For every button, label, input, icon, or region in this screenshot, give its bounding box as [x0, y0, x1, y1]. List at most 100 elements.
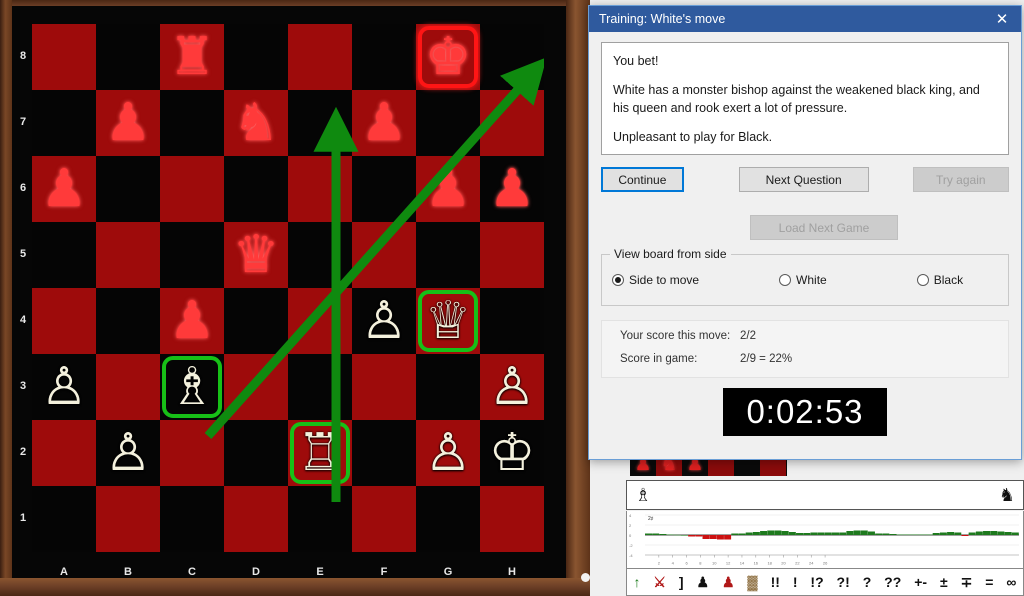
- mistake-icon[interactable]: ?: [862, 574, 873, 590]
- board-square[interactable]: [224, 486, 288, 552]
- board-square[interactable]: [160, 156, 224, 222]
- bracket-icon[interactable]: ]: [678, 574, 685, 590]
- board-square[interactable]: [480, 486, 544, 552]
- board-square[interactable]: [32, 222, 96, 288]
- board-square[interactable]: [352, 24, 416, 90]
- board-square[interactable]: [416, 90, 480, 156]
- board-square[interactable]: [32, 24, 96, 90]
- board-square[interactable]: [352, 354, 416, 420]
- radio-white[interactable]: White: [779, 273, 827, 287]
- attack-icon[interactable]: ⚔: [652, 574, 667, 591]
- board-squares[interactable]: ♜ ♚ ♟ ♞ ♟ ♟ ♟ ♟ ♛ ♟ ♙ ♕ ♙ ♗ ♙ ♙ ♖ ♙ ♔: [32, 24, 544, 552]
- board-square[interactable]: [224, 354, 288, 420]
- pieces-icon[interactable]: ▓: [746, 574, 758, 590]
- board-square[interactable]: [288, 222, 352, 288]
- board-square[interactable]: [480, 156, 544, 222]
- chess-board[interactable]: ♜ ♚ ♟ ♞ ♟ ♟ ♟ ♟ ♛ ♟ ♙ ♕ ♙ ♗ ♙ ♙ ♖ ♙ ♔ 8 7 6 5 4 3 2 1 A B C D E F G H: [12, 6, 590, 582]
- interesting-move-icon[interactable]: !?: [809, 574, 824, 590]
- board-square[interactable]: [416, 156, 480, 222]
- board-square[interactable]: [32, 156, 96, 222]
- board-square[interactable]: [480, 222, 544, 288]
- board-square[interactable]: [352, 420, 416, 486]
- board-square[interactable]: [224, 222, 288, 288]
- board-square[interactable]: [288, 288, 352, 354]
- svg-text:14: 14: [740, 561, 745, 566]
- board-square[interactable]: [96, 354, 160, 420]
- eval-bar: [903, 534, 911, 536]
- chess-board-panel[interactable]: ♜ ♚ ♟ ♞ ♟ ♟ ♟ ♟ ♛ ♟ ♙ ♕ ♙ ♗ ♙ ♙ ♖ ♙ ♔ 8 7 6 5 4 3 2 1 A B C D E F G H: [0, 0, 590, 596]
- radio-black[interactable]: Black: [916, 273, 963, 287]
- radio-side-to-move[interactable]: Side to move: [612, 273, 699, 287]
- dubious-move-icon[interactable]: ?!: [836, 574, 851, 590]
- board-square[interactable]: [288, 156, 352, 222]
- board-square[interactable]: [160, 288, 224, 354]
- board-square[interactable]: [96, 24, 160, 90]
- board-square[interactable]: [224, 24, 288, 90]
- board-square[interactable]: [160, 24, 224, 90]
- board-square[interactable]: [416, 222, 480, 288]
- white-winning-icon[interactable]: +-: [913, 574, 928, 590]
- svg-text:-4: -4: [629, 553, 633, 558]
- close-icon[interactable]: ✕: [985, 6, 1019, 32]
- board-square[interactable]: [480, 90, 544, 156]
- board-square[interactable]: [480, 288, 544, 354]
- board-square[interactable]: [224, 288, 288, 354]
- board-square[interactable]: [224, 420, 288, 486]
- evaluation-graph[interactable]: 4 2 0 -2 -4 2 4 6 8 10 12 14 16 18 20 22 24 26 2♯: [626, 511, 1024, 569]
- board-square[interactable]: [96, 222, 160, 288]
- board-square[interactable]: [288, 90, 352, 156]
- eval-bar: [882, 533, 890, 535]
- board-square[interactable]: [224, 156, 288, 222]
- board-square[interactable]: [416, 24, 480, 90]
- board-square[interactable]: [160, 222, 224, 288]
- board-square[interactable]: [160, 354, 224, 420]
- board-square[interactable]: [416, 486, 480, 552]
- eval-bar: [803, 533, 811, 535]
- up-arrow-icon[interactable]: ↑: [632, 574, 641, 590]
- next-question-button[interactable]: Next Question: [738, 167, 869, 192]
- board-square[interactable]: [416, 420, 480, 486]
- board-square[interactable]: [352, 222, 416, 288]
- brilliant-move-icon[interactable]: !!: [770, 574, 781, 590]
- board-square[interactable]: [160, 90, 224, 156]
- board-square[interactable]: [352, 486, 416, 552]
- board-square[interactable]: [96, 156, 160, 222]
- annotation-toolbar[interactable]: ↑ ⚔] ♟ ♟ ▓!!!!??!??? +- ± ∓ = ∞: [626, 569, 1024, 596]
- continue-button[interactable]: Continue: [601, 167, 684, 192]
- rank-label-3: 3: [19, 380, 27, 392]
- board-square[interactable]: [96, 288, 160, 354]
- training-dialog[interactable]: Training: White's move ✕ You bet! White …: [588, 5, 1022, 460]
- board-square[interactable]: [96, 486, 160, 552]
- good-move-icon[interactable]: !: [792, 574, 799, 590]
- board-square[interactable]: [288, 354, 352, 420]
- board-square[interactable]: [288, 24, 352, 90]
- board-square[interactable]: [416, 288, 480, 354]
- board-square[interactable]: [160, 486, 224, 552]
- board-square[interactable]: [480, 420, 544, 486]
- board-square[interactable]: [480, 354, 544, 420]
- board-square[interactable]: [32, 288, 96, 354]
- white-better-icon[interactable]: ±: [939, 574, 949, 590]
- board-square[interactable]: [352, 288, 416, 354]
- board-square[interactable]: [352, 90, 416, 156]
- board-square[interactable]: [32, 420, 96, 486]
- board-square[interactable]: [224, 90, 288, 156]
- board-square[interactable]: [288, 420, 352, 486]
- board-square[interactable]: [352, 156, 416, 222]
- board-square[interactable]: [416, 354, 480, 420]
- red-pawn-icon[interactable]: ♟: [721, 574, 736, 591]
- board-square[interactable]: [480, 24, 544, 90]
- blunder-icon[interactable]: ??: [883, 574, 902, 590]
- board-square[interactable]: [160, 420, 224, 486]
- dialog-titlebar[interactable]: Training: White's move ✕: [589, 6, 1021, 32]
- equal-icon[interactable]: =: [984, 574, 994, 590]
- board-square[interactable]: [32, 486, 96, 552]
- black-better-icon[interactable]: ∓: [960, 574, 974, 591]
- board-square[interactable]: [32, 354, 96, 420]
- board-square[interactable]: [96, 420, 160, 486]
- board-square[interactable]: [288, 486, 352, 552]
- unclear-icon[interactable]: ∞: [1005, 574, 1017, 590]
- board-square[interactable]: [32, 90, 96, 156]
- board-square[interactable]: [96, 90, 160, 156]
- black-pawn-icon[interactable]: ♟: [695, 574, 710, 591]
